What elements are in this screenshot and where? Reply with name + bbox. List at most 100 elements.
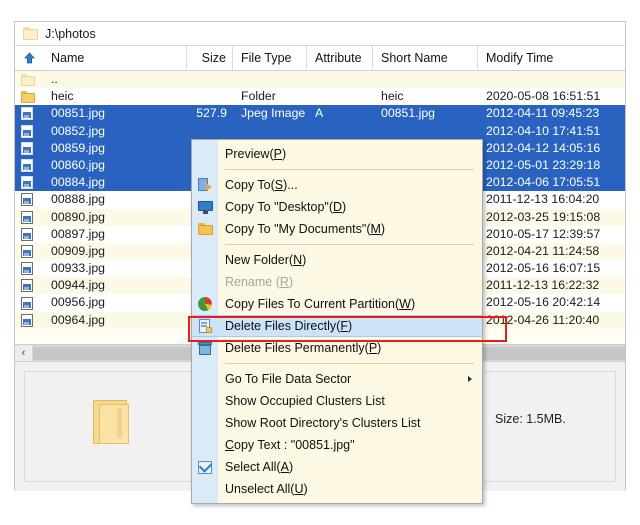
menu-item-show-occupied-clusters-list[interactable]: Show Occupied Clusters List xyxy=(192,390,482,412)
menu-item-label: Preview(P) xyxy=(225,147,287,161)
cell-modify-time: 2012-04-26 11:20:40 xyxy=(486,312,600,327)
menu-item-icon xyxy=(192,337,218,359)
menu-item-label: Show Root Directory's Clusters List xyxy=(225,416,421,430)
table-row[interactable]: 00851.jpg 527.9 Jpeg Image A 00851.jpg 2012-0… xyxy=(15,105,625,123)
column-header-modify-time[interactable]: Modify Time xyxy=(478,46,625,71)
menu-item-label: Copy Files To Current Partition(W) xyxy=(225,297,416,311)
cell-file-type xyxy=(233,71,307,88)
menu-item-label: Copy Text : "00851.jpg" xyxy=(225,438,355,452)
cell-name: 00888.jpg xyxy=(51,192,106,207)
cell-modify-time: 2011-12-13 16:04:20 xyxy=(486,192,600,207)
cell-name: 00964.jpg xyxy=(51,312,106,327)
row-icon xyxy=(15,312,43,329)
cell-size xyxy=(187,88,233,105)
image-file-icon xyxy=(21,296,33,310)
image-file-icon xyxy=(21,210,33,224)
menu-item-label: Rename (R) xyxy=(225,275,294,289)
delete-file-icon xyxy=(198,319,212,333)
row-icon xyxy=(15,174,43,191)
column-header-name[interactable]: Name xyxy=(43,45,187,71)
menu-item-label: Show Occupied Clusters List xyxy=(225,394,385,408)
image-file-icon xyxy=(21,193,33,207)
column-header-attribute[interactable]: Attribute xyxy=(307,45,373,71)
folder-icon xyxy=(23,27,38,40)
menu-item-icon xyxy=(192,478,218,500)
menu-item-rename: Rename (R) xyxy=(192,271,482,293)
cell-name: 00933.jpg xyxy=(51,261,106,276)
table-row[interactable]: 00852.jpg 2012-04-10 17:41:51 xyxy=(15,122,625,140)
menu-item-icon xyxy=(192,293,218,315)
row-icon xyxy=(15,243,43,260)
folder-icon xyxy=(197,223,213,235)
path-bar[interactable]: J:\photos xyxy=(15,22,625,46)
selection-size-text: Size: 1.5MB. xyxy=(495,412,566,426)
menu-item-icon xyxy=(192,218,218,240)
cell-size xyxy=(187,123,233,140)
partition-pie-icon xyxy=(198,297,212,311)
column-header-size[interactable]: Size xyxy=(187,45,233,71)
image-file-icon xyxy=(21,107,33,121)
table-row[interactable]: heic Folder heic 2020-05-08 16:51:51 xyxy=(15,88,625,106)
menu-item-unselect-all[interactable]: Unselect All(U) xyxy=(192,478,482,500)
menu-item-preview[interactable]: Preview(P) xyxy=(192,143,482,165)
menu-item-icon xyxy=(192,249,218,271)
row-icon xyxy=(15,260,43,277)
image-file-icon xyxy=(21,262,33,276)
menu-item-label: Copy To "Desktop"(D) xyxy=(225,200,347,214)
chevron-right-icon xyxy=(468,376,472,382)
cell-short-name: 00851.jpg xyxy=(381,106,436,121)
column-header-file-type[interactable]: File Type xyxy=(233,45,307,71)
cell-attribute xyxy=(307,88,373,105)
menu-item-label: New Folder(N) xyxy=(225,253,307,267)
menu-item-go-to-file-data-sector[interactable]: Go To File Data Sector xyxy=(192,368,482,390)
cell-modify-time xyxy=(478,71,625,88)
menu-item-icon xyxy=(192,434,218,456)
cell-name: heic xyxy=(51,89,74,104)
menu-item-copy-to[interactable]: Copy To(S)... xyxy=(192,174,482,196)
column-header-row: Name Size File Type Attribute Short Name… xyxy=(15,45,625,71)
menu-item-select-all[interactable]: Select All(A) xyxy=(192,456,482,478)
menu-item-delete-files-directly[interactable]: Delete Files Directly(F) xyxy=(192,315,482,337)
menu-item-label: Go To File Data Sector xyxy=(225,372,352,386)
row-icon xyxy=(15,277,43,294)
menu-item-copy-text[interactable]: Copy Text : "00851.jpg" xyxy=(192,434,482,456)
image-file-icon xyxy=(21,279,33,293)
menu-item-icon xyxy=(192,174,218,196)
menu-separator xyxy=(225,244,474,245)
cell-size: 527.9 xyxy=(196,106,227,121)
cell-modify-time: 2012-04-12 14:05:16 xyxy=(486,140,601,155)
image-file-icon xyxy=(21,227,33,241)
cell-modify-time: 2012-05-16 20:42:14 xyxy=(486,295,601,310)
row-icon xyxy=(15,209,43,226)
row-icon xyxy=(15,140,43,157)
context-menu[interactable]: Preview(P) Copy To(S)... Copy To "Desktop"… xyxy=(191,139,483,504)
menu-item-show-root-directorys-clusters-list[interactable]: Show Root Directory's Clusters List xyxy=(192,412,482,434)
table-row[interactable]: .. xyxy=(15,71,625,89)
path-label: J:\photos xyxy=(45,26,96,41)
scroll-left-arrow-icon[interactable]: ‹ xyxy=(15,344,32,362)
copy-to-icon xyxy=(198,178,212,192)
menu-item-delete-files-permanently[interactable]: Delete Files Permanently(P) xyxy=(192,337,482,359)
menu-item-copy-to-desktop[interactable]: Copy To "Desktop"(D) xyxy=(192,196,482,218)
cell-name: 00852.jpg xyxy=(51,123,106,138)
image-file-icon xyxy=(21,141,33,155)
menu-item-new-folder[interactable]: New Folder(N) xyxy=(192,249,482,271)
menu-item-icon xyxy=(192,456,218,478)
menu-item-copy-files-to-current-partition[interactable]: Copy Files To Current Partition(W) xyxy=(192,293,482,315)
cell-modify-time: 2012-03-25 19:15:08 xyxy=(486,209,601,224)
menu-item-icon xyxy=(192,271,218,293)
folder-icon xyxy=(93,398,137,446)
trash-icon xyxy=(198,341,212,355)
image-file-icon xyxy=(21,176,33,190)
row-icon xyxy=(15,123,43,140)
row-icon xyxy=(15,105,43,122)
menu-item-icon xyxy=(192,143,218,165)
cell-modify-time: 2012-04-21 11:24:58 xyxy=(486,243,600,258)
sort-ascending-arrow-icon[interactable] xyxy=(15,46,43,71)
checkbox-checked-icon xyxy=(198,458,213,474)
image-file-icon xyxy=(21,124,33,138)
menu-item-copy-to-my-documents[interactable]: Copy To "My Documents"(M) xyxy=(192,218,482,240)
column-header-short-name[interactable]: Short Name xyxy=(373,45,478,71)
menu-item-icon xyxy=(192,390,218,412)
cell-name: 00909.jpg xyxy=(51,243,106,258)
